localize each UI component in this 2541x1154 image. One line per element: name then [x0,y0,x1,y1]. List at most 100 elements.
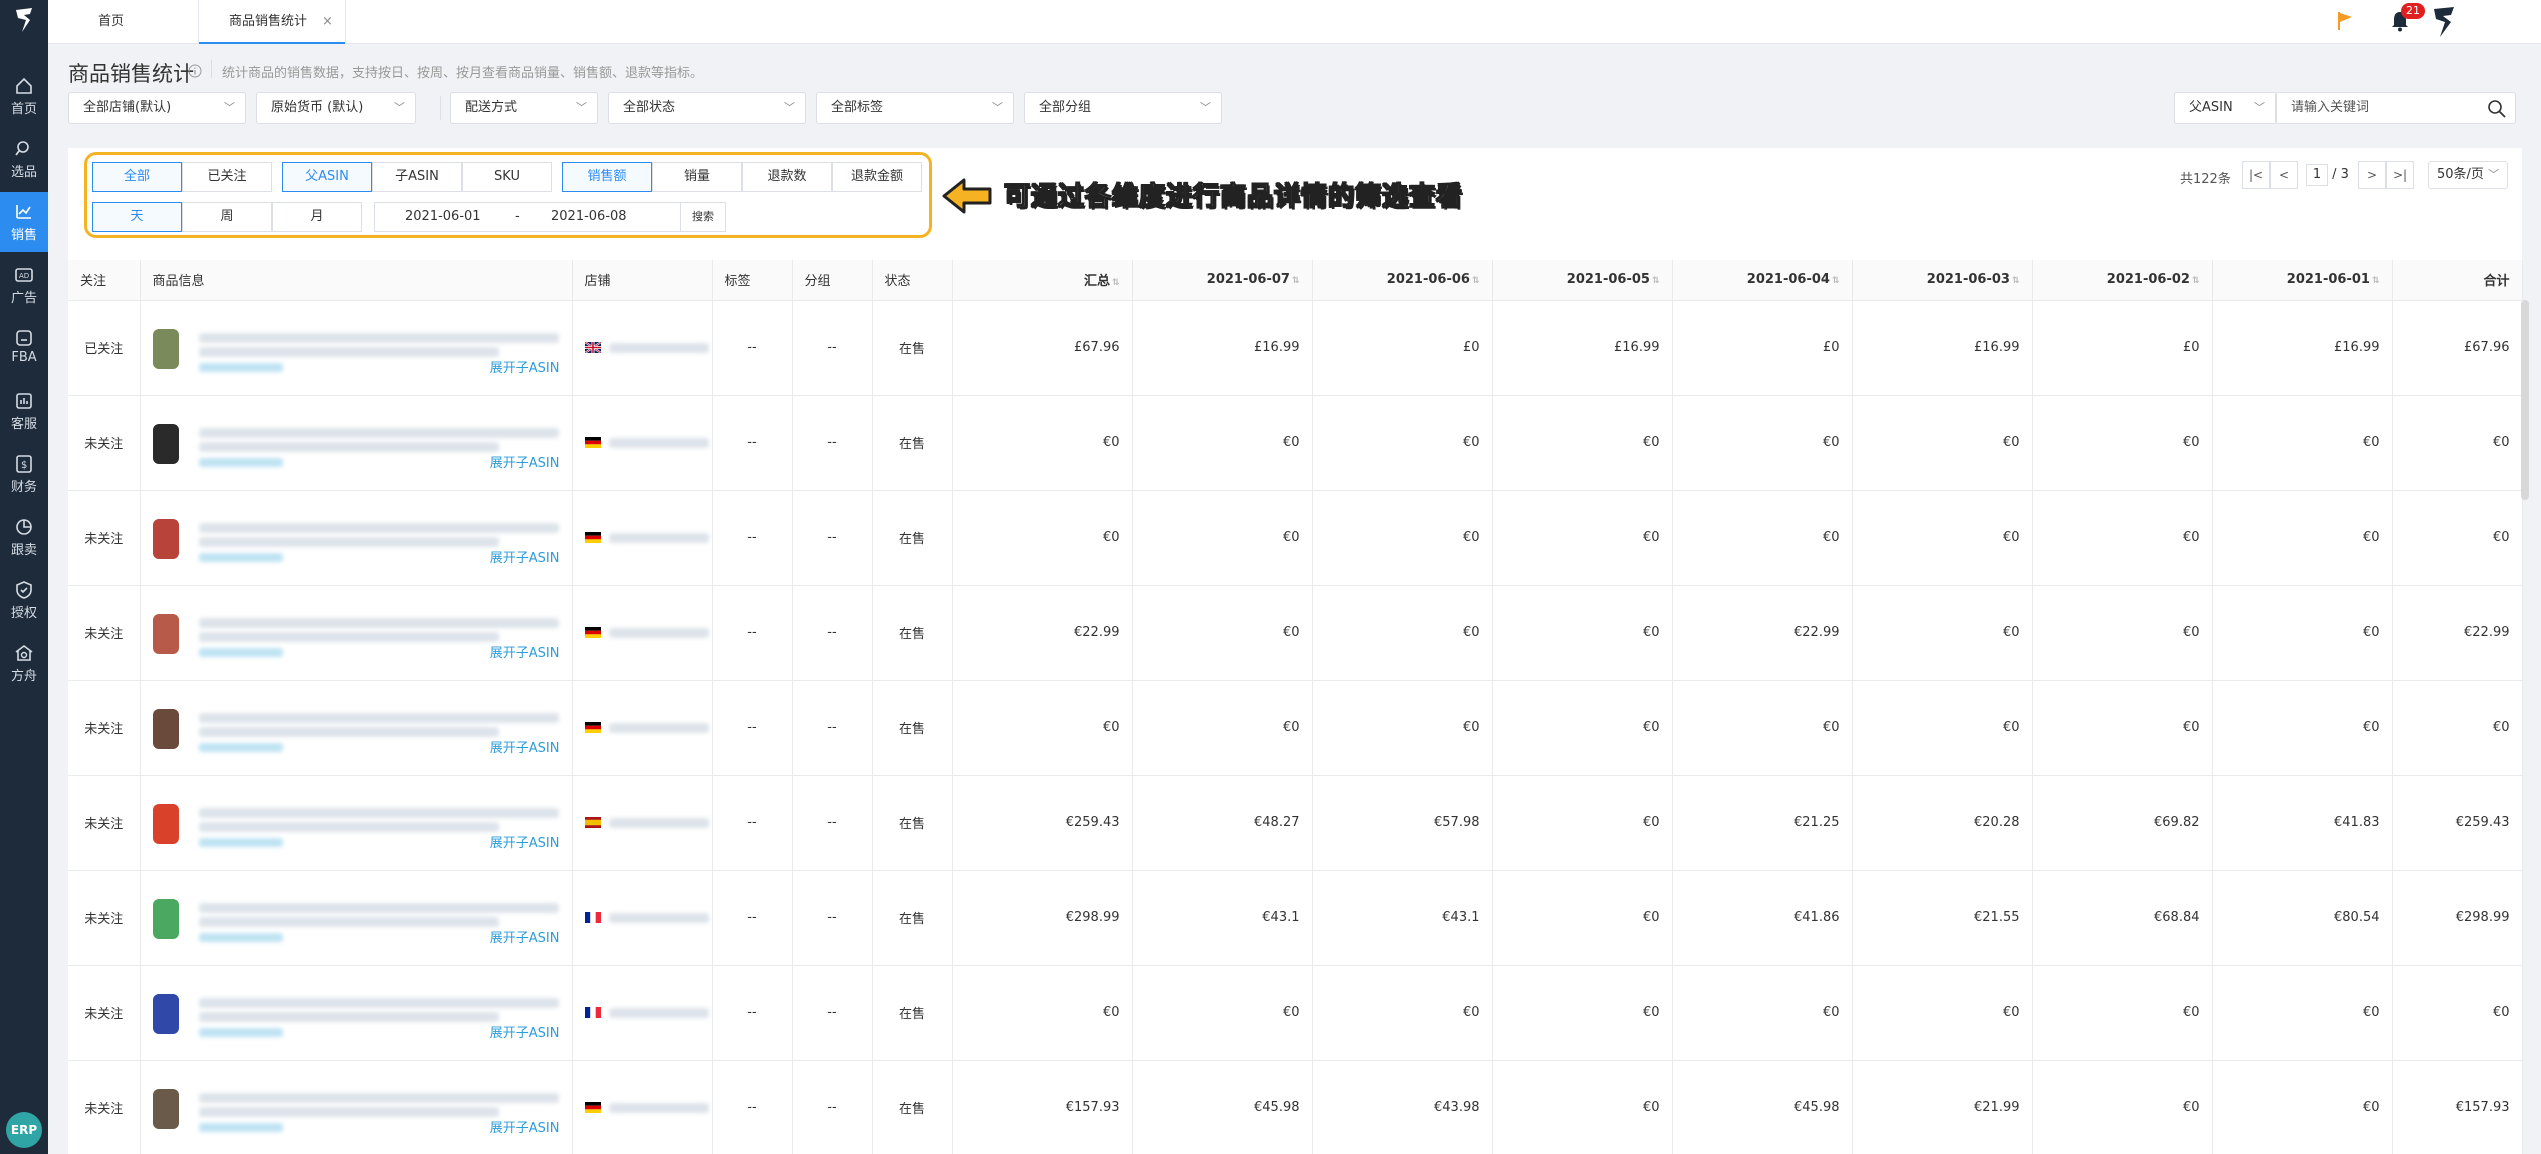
metric-refund-count-button[interactable]: 退款数 [742,162,832,192]
sidebar-item-home[interactable]: 首页 [0,66,48,126]
follow-cell[interactable]: 已关注 [68,300,141,396]
next-page-button[interactable]: > [2358,161,2386,189]
expand-child-asin-link[interactable]: 展开子ASIN [490,547,560,566]
follow-cell[interactable]: 未关注 [68,490,141,586]
sidebar-item-finance[interactable]: $ 财务 [0,444,48,504]
first-page-button[interactable]: |< [2242,161,2270,189]
tab-product-sales[interactable]: 商品销售统计 × [198,0,346,44]
product-image[interactable] [152,1088,179,1129]
column-header[interactable]: 2021-06-06 ⇅ [1312,260,1493,301]
product-asin-blurred[interactable] [198,742,283,752]
avatar[interactable] [2428,5,2460,39]
follow-status[interactable]: 未关注 [84,1102,123,1117]
follow-status[interactable]: 未关注 [84,627,123,642]
follow-cell[interactable]: 未关注 [68,585,141,681]
sort-icon[interactable]: ⇅ [2012,276,2020,286]
search-icon[interactable] [2487,99,2507,119]
date-start[interactable]: 2021-06-01 [405,203,481,231]
product-asin-blurred[interactable] [198,932,283,942]
search-button[interactable]: 搜索 [680,202,726,232]
sort-icon[interactable]: ⇅ [2192,276,2200,286]
column-header[interactable]: 2021-06-04 ⇅ [1672,260,1853,301]
sort-icon[interactable]: ⇅ [1292,276,1300,286]
sidebar-item-search[interactable]: 选品 [0,129,48,189]
product-asin-blurred[interactable] [198,552,283,562]
sidebar-item-ark[interactable]: 方舟 [0,633,48,693]
column-header[interactable]: 2021-06-05 ⇅ [1492,260,1673,301]
sidebar-item-shield[interactable]: 授权 [0,570,48,630]
product-asin-blurred[interactable] [198,1122,283,1132]
follow-status[interactable]: 未关注 [84,817,123,832]
expand-child-asin-link[interactable]: 展开子ASIN [490,737,560,756]
sidebar-item-ad[interactable]: AD 广告 [0,255,48,315]
product-image[interactable] [152,708,179,749]
expand-child-asin-link[interactable]: 展开子ASIN [490,642,560,661]
granularity-week-button[interactable]: 周 [182,202,272,232]
tag-select[interactable]: 全部标签 ﹀ [816,92,1014,124]
date-end[interactable]: 2021-06-08 [551,203,627,231]
product-image[interactable] [152,518,179,559]
column-header[interactable]: 2021-06-07 ⇅ [1132,260,1313,301]
prev-page-button[interactable]: < [2270,161,2298,189]
follow-cell[interactable]: 未关注 [68,680,141,776]
sort-icon[interactable]: ⇅ [1832,276,1840,286]
column-header[interactable]: 汇总 ⇅ [952,260,1133,301]
expand-child-asin-link[interactable]: 展开子ASIN [490,452,560,471]
product-image[interactable] [152,613,179,654]
store-select[interactable]: 全部店铺(默认) ﹀ [68,92,246,124]
product-asin-blurred[interactable] [198,837,283,847]
close-icon[interactable]: × [322,0,333,44]
sidebar-item-pie[interactable]: 跟卖 [0,507,48,567]
follow-status[interactable]: 未关注 [84,912,123,927]
search-input[interactable] [2291,100,2481,115]
child-asin-button[interactable]: 子ASIN [372,162,462,192]
erp-button[interactable]: ERP [6,1112,42,1148]
granularity-month-button[interactable]: 月 [272,202,362,232]
info-icon[interactable] [188,64,202,78]
follow-status[interactable]: 未关注 [84,722,123,737]
expand-child-asin-link[interactable]: 展开子ASIN [490,1022,560,1041]
follow-cell[interactable]: 未关注 [68,1060,141,1154]
follow-cell[interactable]: 未关注 [68,775,141,871]
sort-icon[interactable]: ⇅ [1472,276,1480,286]
product-image[interactable] [152,898,179,939]
sort-icon[interactable]: ⇅ [2372,276,2380,286]
follow-status[interactable]: 已关注 [84,342,123,357]
expand-child-asin-link[interactable]: 展开子ASIN [490,1117,560,1136]
metric-quantity-button[interactable]: 销量 [652,162,742,192]
product-asin-blurred[interactable] [198,1027,283,1037]
expand-child-asin-link[interactable]: 展开子ASIN [490,832,560,851]
expand-child-asin-link[interactable]: 展开子ASIN [490,357,560,376]
page-input[interactable]: 1 [2306,164,2328,186]
status-select[interactable]: 全部状态 ﹀ [608,92,806,124]
logo-icon[interactable] [12,6,36,36]
metric-sales-button[interactable]: 销售额 [562,162,652,192]
scrollbar[interactable] [2521,300,2529,500]
product-asin-blurred[interactable] [198,457,283,467]
expand-child-asin-link[interactable]: 展开子ASIN [490,927,560,946]
sidebar-item-service[interactable]: 客服 [0,381,48,441]
page-size-select[interactable]: 50条/页 ﹀ [2428,161,2508,189]
shipping-select[interactable]: 配送方式 ﹀ [450,92,598,124]
group-select[interactable]: 全部分组 ﹀ [1024,92,1222,124]
scope-followed-button[interactable]: 已关注 [182,162,272,192]
follow-status[interactable]: 未关注 [84,1007,123,1022]
follow-status[interactable]: 未关注 [84,532,123,547]
parent-asin-button[interactable]: 父ASIN [282,162,372,192]
product-asin-blurred[interactable] [198,647,283,657]
product-image[interactable] [152,803,179,844]
search-type-select[interactable]: 父ASIN ﹀ [2174,92,2276,124]
follow-cell[interactable]: 未关注 [68,965,141,1061]
currency-select[interactable]: 原始货币 (默认) ﹀ [256,92,416,124]
column-header[interactable]: 2021-06-01 ⇅ [2212,260,2393,301]
product-image[interactable] [152,328,179,369]
product-image[interactable] [152,993,179,1034]
date-range-picker[interactable]: 2021-06-01 - 2021-06-08 [374,202,686,232]
sku-button[interactable]: SKU [462,162,552,192]
column-header[interactable]: 2021-06-03 ⇅ [1852,260,2033,301]
product-asin-blurred[interactable] [198,362,283,372]
sidebar-item-chart[interactable]: 销售 [0,192,48,252]
flag-icon[interactable] [2336,10,2354,32]
follow-cell[interactable]: 未关注 [68,870,141,966]
follow-status[interactable]: 未关注 [84,437,123,452]
